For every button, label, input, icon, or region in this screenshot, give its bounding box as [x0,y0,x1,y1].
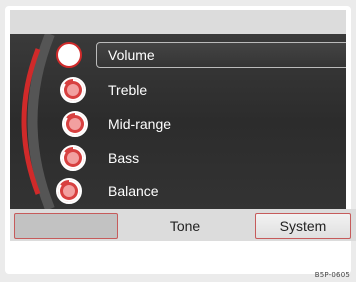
knob-icon [60,77,86,103]
softkey-tone-label: Tone [169,218,201,234]
top-status-bar [10,10,346,34]
softkey-left-button[interactable] [14,213,118,239]
menu-item-mid-range-label: Mid-range [108,116,172,132]
knob-icon [60,145,86,171]
figure-code: B5P-0605 [314,271,350,279]
softkey-system-button[interactable]: System [255,213,351,239]
knob-icon-selected [56,42,82,68]
knob-icon [56,178,82,204]
menu-item-balance-label: Balance [108,183,159,199]
menu-item-treble-label: Treble [108,82,148,98]
menu-item-bass-label: Bass [108,150,140,166]
tone-menu-panel: Volume Treble Mid-range Bass Balance [10,34,346,209]
menu-item-volume-label: Volume [108,47,155,63]
knob-icon [62,111,88,137]
